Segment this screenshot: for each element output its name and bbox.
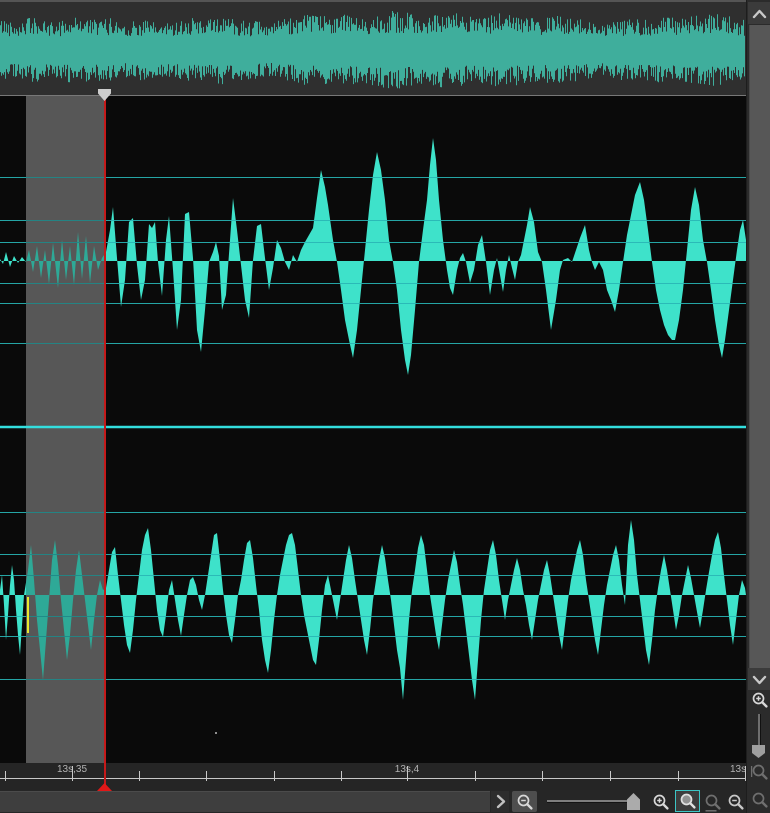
panel-divider	[0, 95, 746, 96]
selection-edge-mark	[27, 597, 29, 633]
ruler-minor-tick	[475, 771, 476, 781]
horizontal-scrollbar-thumb[interactable]	[0, 791, 490, 812]
zoom-slider-thumb[interactable]	[627, 793, 640, 810]
scroll-right-button[interactable]	[491, 791, 509, 812]
ruler-minor-tick	[610, 771, 611, 781]
vertical-zoom-slider-thumb[interactable]	[752, 745, 765, 758]
scroll-down-button[interactable]	[748, 668, 770, 690]
magnifier-plus-icon	[750, 690, 770, 710]
chevron-up-icon	[750, 4, 769, 23]
ruler-major-tick	[407, 766, 408, 781]
zoom-out-button[interactable]	[512, 791, 537, 812]
playhead-line	[104, 96, 106, 791]
ruler-minor-tick	[341, 771, 342, 781]
magnifier-icon	[678, 791, 698, 811]
magnifier-dim-icon	[750, 790, 770, 810]
chevron-down-icon	[750, 670, 769, 689]
vertical-scrollbar-thumb[interactable]	[749, 25, 770, 668]
overview-waveform	[0, 11, 745, 89]
zoom-slider-track[interactable]	[547, 800, 637, 803]
ruler-minor-tick	[206, 771, 207, 781]
scroll-up-button[interactable]	[748, 2, 770, 24]
time-label: 13s,45	[729, 764, 746, 775]
vertical-zoom-fit-button[interactable]	[749, 761, 770, 782]
zoom-in-button[interactable]	[651, 791, 671, 812]
zoom-tool-active-button[interactable]	[675, 790, 700, 812]
ruler-major-tick	[72, 766, 73, 781]
audio-editor-window: 13s,35 13s,4 13s,45	[0, 0, 770, 813]
vertical-scrollbar-column	[746, 0, 770, 813]
ruler-minor-tick	[678, 771, 679, 781]
chevron-right-icon	[491, 792, 510, 811]
time-ruler[interactable]: 13s,35 13s,4 13s,45	[0, 763, 746, 790]
zoom-reset-button[interactable]	[726, 791, 746, 812]
vertical-zoom-selection-button[interactable]	[749, 789, 770, 810]
magnifier-plus-icon	[651, 792, 671, 812]
ruler-minor-tick	[274, 771, 275, 781]
bottom-toolbar	[0, 790, 746, 813]
magnifier-fit-icon	[750, 762, 770, 782]
magnifier-minus-icon	[726, 792, 746, 812]
waveform-left-channel	[0, 138, 746, 375]
ruler-minor-tick	[542, 771, 543, 781]
vertical-zoom-in-button[interactable]	[749, 689, 770, 710]
waveform-right-channel	[0, 520, 746, 700]
magnifier-minus-icon	[515, 792, 535, 812]
stereo-waveform	[0, 95, 746, 763]
ruler-minor-tick	[5, 771, 6, 781]
magnifier-selection-icon	[703, 792, 723, 812]
overview-waveform-panel[interactable]	[0, 0, 746, 95]
zoom-to-selection-button[interactable]	[702, 791, 723, 812]
ruler-minor-tick	[139, 771, 140, 781]
ruler-baseline	[0, 778, 746, 779]
main-waveform-area[interactable]	[0, 95, 746, 763]
